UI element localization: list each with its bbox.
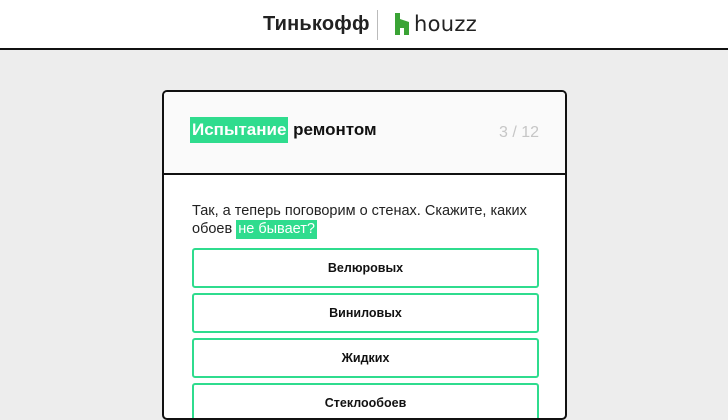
quiz-card: Испытание ремонтом 3 / 12 Так, а теперь … bbox=[162, 90, 567, 420]
question-highlight: не бывает? bbox=[236, 220, 317, 239]
answer-option[interactable]: Виниловых bbox=[192, 293, 539, 333]
answer-option[interactable]: Жидких bbox=[192, 338, 539, 378]
houzz-logo[interactable]: houzz bbox=[395, 12, 477, 36]
answer-option[interactable]: Стеклообоев bbox=[192, 383, 539, 418]
tinkoff-logo[interactable]: Тинькофф bbox=[263, 13, 370, 36]
site-header: Тинькофф houzz bbox=[0, 0, 728, 50]
quiz-title: Испытание ремонтом bbox=[190, 117, 377, 143]
answer-option[interactable]: Велюровых bbox=[192, 248, 539, 288]
quiz-title-highlight: Испытание bbox=[190, 117, 289, 143]
houzz-logo-icon bbox=[395, 13, 409, 35]
answer-options: Велюровых Виниловых Жидких Стеклообоев bbox=[192, 248, 539, 418]
question-text: Так, а теперь поговорим о стенах. Скажит… bbox=[192, 202, 542, 239]
houzz-wordmark: houzz bbox=[414, 12, 478, 36]
header-divider bbox=[377, 10, 378, 40]
quiz-card-header: Испытание ремонтом 3 / 12 bbox=[164, 92, 565, 175]
quiz-progress: 3 / 12 bbox=[498, 124, 539, 141]
quiz-title-rest: ремонтом bbox=[293, 120, 377, 139]
